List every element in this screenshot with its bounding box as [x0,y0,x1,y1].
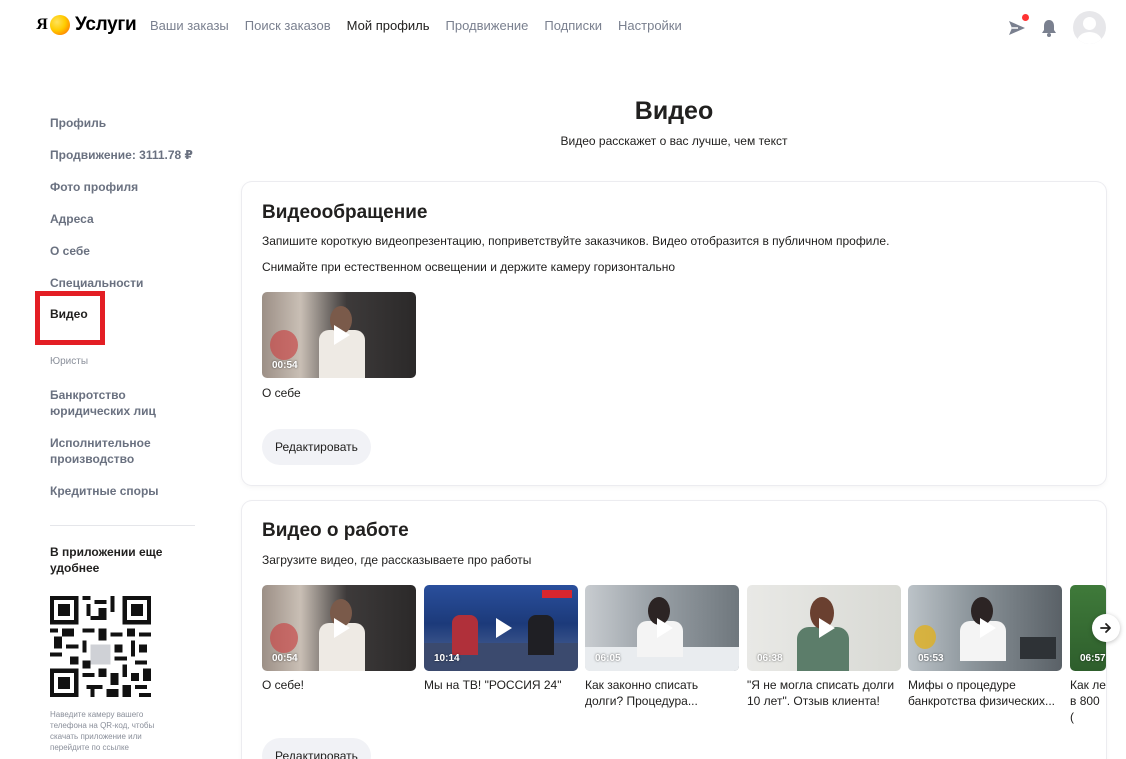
edit-intro-video-button[interactable]: Редактировать [262,429,371,465]
qr-code-icon [50,596,151,697]
sidebar-item-enforcement[interactable]: Исполнительное производство [50,435,160,467]
work-videos-card: Видео о работе Загрузите видео, где расс… [242,501,1106,759]
work-video-caption: Мы на ТВ! "РОССИЯ 24" [424,678,562,692]
work-video-caption: Как ле в 800 ( [1070,678,1106,724]
logo-text: Услуги [75,14,137,35]
work-video-caption: О себе! [262,678,304,692]
intro-video-thumbnail[interactable]: 00:54 [262,292,416,378]
flowers-decor [914,625,936,649]
intro-video-caption: О себе [262,386,301,400]
play-icon [334,618,350,638]
carousel-next-arrow-icon[interactable] [1092,614,1120,642]
app-promo-title: В приложении еще удобнее [50,545,163,575]
intro-video-card: Видеообращение Запишите короткую видеопр… [242,182,1106,485]
yandex-logo-letter: Я [32,15,52,35]
nav-order-search[interactable]: Поиск заказов [245,18,331,33]
video-duration: 00:54 [272,653,298,664]
video-duration: 00:54 [272,360,298,371]
nav-subscriptions[interactable]: Подписки [544,18,602,33]
nav-my-profile[interactable]: Мой профиль [347,18,430,33]
sidebar-group-lawyers: Юристы [50,356,89,367]
video-duration: 05:53 [918,653,944,664]
laptop-decor [1020,637,1056,659]
nav-promotion[interactable]: Продвижение [446,18,529,33]
flowers-decor [270,330,298,360]
page-subtitle: Видео расскажет о вас лучше, чем текст [560,134,788,148]
flowers-decor [270,623,298,653]
work-video-caption: Мифы о процедуре банкротства физических.… [908,678,1055,708]
play-icon [657,618,673,638]
main-nav: Ваши заказы Поиск заказов Мой профиль Пр… [150,18,698,33]
sidebar-item-credit-disputes[interactable]: Кредитные споры [50,483,159,499]
play-icon [819,618,835,638]
sidebar-item-about[interactable]: О себе [50,243,90,259]
work-video-thumbnail[interactable]: 10:14 [424,585,578,671]
work-video-thumbnail[interactable]: 06:38 [747,585,901,671]
work-card-title: Видео о работе [262,520,409,541]
intro-card-title: Видеообращение [262,202,428,223]
top-header: Я Услуги Ваши заказы Поиск заказов Мой п… [0,0,1126,54]
sidebar-item-specialties[interactable]: Специальности [50,275,143,291]
work-video-thumbnail[interactable]: 06:05 [585,585,739,671]
edit-work-videos-button[interactable]: Редактировать [262,738,371,759]
qr-hint-text: Наведите камеру вашего телефона на QR-ко… [50,710,155,752]
video-duration: 10:14 [434,653,460,664]
video-duration: 06:05 [595,653,621,664]
sidebar-divider [50,525,195,526]
play-icon [980,618,996,638]
page-title: Видео [634,97,714,125]
notification-dot [1022,13,1029,21]
work-video-thumbnail[interactable]: 05:53 [908,585,1062,671]
work-video-thumbnail[interactable]: 00:54 [262,585,416,671]
sidebar-item-profile-photo[interactable]: Фото профиля [50,179,138,195]
video-duration: 06:57 [1080,653,1106,664]
intro-card-text-2: Снимайте при естественном освещении и де… [262,260,676,274]
user-avatar[interactable] [1073,11,1106,44]
sidebar-item-video[interactable]: Видео [50,307,88,321]
bell-icon[interactable] [1033,12,1065,44]
nav-your-orders[interactable]: Ваши заказы [150,18,229,33]
nav-settings[interactable]: Настройки [618,18,682,33]
sidebar-item-promotion[interactable]: Продвижение: 3111.78 ₽ [50,147,193,163]
send-icon[interactable] [1001,12,1033,44]
sidebar-item-addresses[interactable]: Адреса [50,211,94,227]
play-icon [496,618,512,638]
work-card-text: Загрузите видео, где рассказываете про р… [262,553,532,567]
video-duration: 06:38 [757,653,783,664]
header-actions [1001,11,1106,44]
intro-card-text-1: Запишите короткую видеопрезентацию, попр… [262,234,890,248]
sidebar-item-bankruptcy[interactable]: Банкротство юридических лиц [50,387,170,419]
logo-ball-icon [50,15,70,35]
work-video-caption: Как законно списать долги? Процедура... [585,678,699,708]
work-video-caption: "Я не могла списать долги 10 лет". Отзыв… [747,678,895,708]
play-icon [334,325,350,345]
channel-logo-decor [542,590,572,598]
sidebar-item-profile[interactable]: Профиль [50,115,106,131]
yandex-uslugi-logo[interactable]: Я Услуги [32,14,137,36]
guest-figure [528,615,554,655]
presenter-figure [452,615,478,655]
